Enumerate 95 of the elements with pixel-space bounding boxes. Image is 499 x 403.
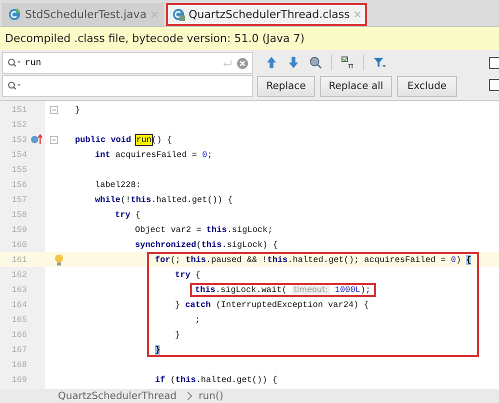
- line-number: 159: [10, 224, 28, 234]
- number-literal: 0: [202, 150, 208, 160]
- line-number: 152: [10, 120, 28, 130]
- keyword: synchronized: [135, 240, 196, 250]
- keyword: try: [115, 210, 130, 220]
- checkbox[interactable]: [489, 79, 499, 91]
- keyword: public void: [75, 134, 132, 144]
- code-text: label228:: [95, 180, 141, 190]
- matched-brace: {: [466, 254, 472, 264]
- find-all-icon[interactable]: [309, 56, 322, 68]
- code-text: acquiresFailed =: [114, 150, 198, 160]
- search-icon: [7, 58, 21, 68]
- keyword: this: [175, 374, 196, 384]
- line-number: 160: [10, 240, 28, 250]
- keyword: for: [155, 254, 170, 264]
- java-class-icon: [8, 8, 21, 21]
- enter-icon: [222, 58, 233, 68]
- clear-icon[interactable]: [237, 58, 248, 68]
- code-text: .sigLock.wait(: [215, 284, 288, 294]
- line-number: 163: [10, 284, 28, 294]
- keyword: while: [95, 194, 121, 204]
- breadcrumb-item[interactable]: run(): [198, 390, 224, 402]
- code-text: () {: [152, 134, 172, 144]
- keyword: this: [130, 194, 152, 204]
- code-text: .sigLock) {: [222, 240, 278, 250]
- line-number: 169: [10, 374, 28, 384]
- checkbox[interactable]: [489, 57, 499, 69]
- code-text: {: [134, 210, 141, 220]
- lightbulb-icon[interactable]: [54, 254, 64, 266]
- line-number: 153: [10, 134, 28, 144]
- number-literal: 0: [450, 254, 456, 264]
- code-text: );: [360, 284, 371, 294]
- down-arrow-icon[interactable]: [287, 56, 300, 68]
- code-text: }: [175, 300, 182, 310]
- override-marker-icon[interactable]: [30, 134, 43, 145]
- editor-tab[interactable]: QuartzSchedulerThread.class: [166, 3, 367, 26]
- class-file-icon: [172, 8, 185, 21]
- search-match: run: [136, 134, 152, 144]
- line-number: 155: [10, 164, 28, 174]
- code-text: }: [175, 330, 180, 340]
- code-text: }: [75, 104, 80, 114]
- line-number: 151: [10, 104, 28, 114]
- code-text: (: [196, 240, 202, 250]
- close-icon[interactable]: [354, 11, 361, 18]
- code-text: .sigLock;: [226, 224, 273, 234]
- code-text: .halted.get()) {: [196, 374, 278, 384]
- code-text: (;: [170, 254, 182, 264]
- line-number: 164: [10, 300, 28, 310]
- decompiled-banner: Decompiled .class file, bytecode version: 51.0 (Java 7): [0, 27, 499, 50]
- line-number: 161: [10, 254, 28, 264]
- breadcrumb-item[interactable]: QuartzSchedulerThread: [58, 390, 177, 402]
- line-number: 154: [10, 150, 28, 160]
- fold-marker-icon[interactable]: [50, 106, 58, 114]
- replace-field[interactable]: [2, 75, 253, 97]
- replace-button[interactable]: Replace: [257, 76, 315, 97]
- code-text: (: [169, 374, 176, 384]
- matched-brace: }: [155, 344, 160, 354]
- filter-icon[interactable]: [373, 56, 386, 68]
- number-literal: 1000L: [334, 284, 360, 294]
- search-icon: [7, 81, 21, 91]
- fold-marker-icon[interactable]: [50, 136, 58, 144]
- line-number: 168: [10, 360, 28, 370]
- search-field[interactable]: run: [2, 52, 253, 74]
- keyword: this: [186, 254, 206, 264]
- keyword: int: [95, 150, 110, 160]
- line-number: 157: [10, 194, 28, 204]
- code-text: Object var2 =: [135, 224, 202, 234]
- code-text: (InterruptedException var24) {: [214, 300, 369, 310]
- editor-tab[interactable]: StdSchedulerTest.java: [2, 3, 164, 26]
- select-occurrences-icon[interactable]: [341, 56, 354, 68]
- keyword: catch: [185, 300, 211, 310]
- code-text: .halted.get(); acquiresFailed =: [288, 254, 447, 264]
- up-arrow-icon[interactable]: [265, 56, 278, 68]
- exclude-button[interactable]: Exclude: [397, 76, 457, 97]
- replace-all-button[interactable]: Replace all: [320, 76, 392, 97]
- keyword: try: [175, 270, 190, 280]
- code-text: ;: [195, 314, 200, 324]
- code-text: .halted.get()) {: [151, 194, 233, 204]
- keyword: if: [155, 374, 166, 384]
- code-text: ): [456, 254, 462, 264]
- keyword: this: [206, 224, 227, 234]
- line-number: 162: [10, 270, 28, 280]
- keyword: this: [201, 240, 222, 250]
- parameter-hint: timeout:: [292, 285, 330, 294]
- line-number: 158: [10, 210, 28, 220]
- line-number: 156: [10, 180, 28, 190]
- line-number: 166: [10, 330, 28, 340]
- line-number: 165: [10, 314, 28, 324]
- code-text: {: [194, 270, 201, 280]
- keyword: this: [267, 254, 288, 264]
- line-number: 167: [10, 344, 28, 354]
- code-text: ;: [207, 150, 212, 160]
- code-text: (!: [120, 194, 131, 204]
- keyword: this: [195, 284, 216, 294]
- code-text: .paused && !: [206, 254, 268, 264]
